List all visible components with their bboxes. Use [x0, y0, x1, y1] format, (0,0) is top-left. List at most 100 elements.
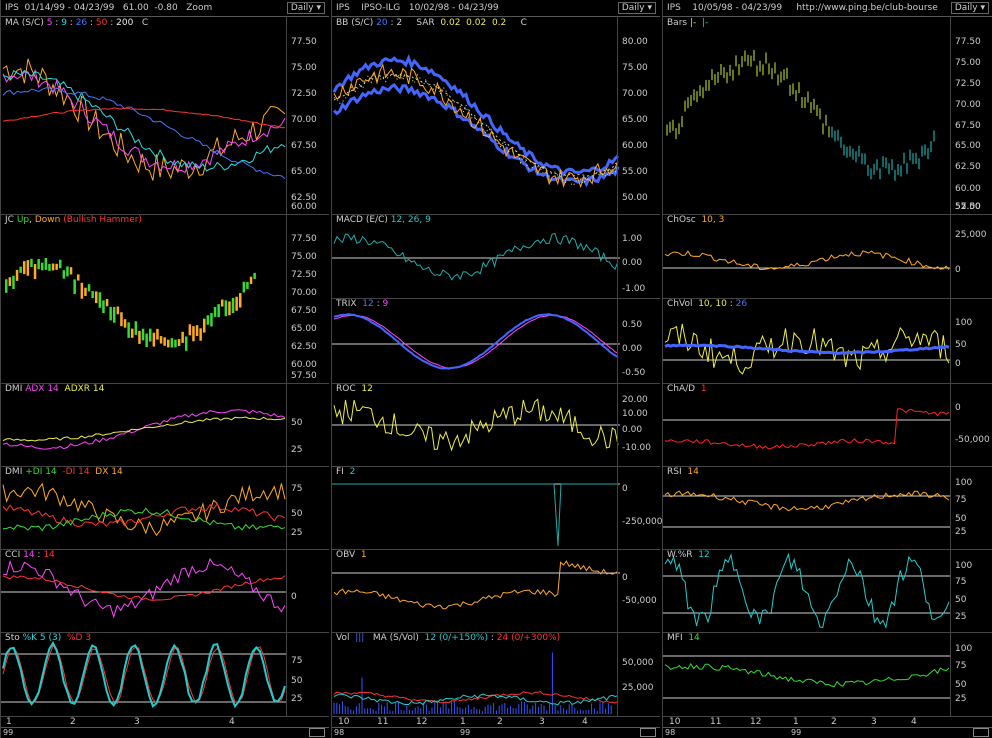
indicator-panel[interactable]: ChVol 10, 10 : 26 100 50 0 — [663, 298, 992, 384]
y-tick-label: 75.00 — [955, 58, 981, 68]
indicator-plot — [2, 58, 286, 181]
y-axis: 100 50 0 — [950, 298, 992, 383]
period-dropdown[interactable]: Daily ▾ — [286, 2, 325, 14]
y-tick-label: 57.50 — [291, 371, 317, 381]
panel-title: Sto %K 5 (3) %D 3 — [5, 633, 91, 643]
indicator-panel[interactable]: ROC 12 20.00 10.00 0.00 -10.00 — [332, 383, 660, 467]
year-label: 99 — [460, 728, 471, 737]
panel-title-segment: %K 5 (3) — [22, 633, 62, 643]
candle-down — [177, 339, 181, 347]
indicator-plot — [663, 408, 951, 450]
candle-down — [77, 274, 80, 281]
indicator-panel[interactable]: CCI 14 : 14 0 — [1, 549, 329, 633]
panel-title-segment: 26 — [735, 299, 748, 309]
period-label: Daily — [954, 3, 978, 13]
candle-up — [217, 304, 220, 318]
indicator-panel[interactable]: TRIX 12 : 9 0.50 0.00 -0.50 — [332, 298, 660, 384]
indicator-panel[interactable]: RSI 14 100 75 50 25 — [663, 466, 992, 550]
panel-title-segment: 2 — [349, 467, 356, 477]
y-tick-label: -50,000 — [622, 596, 657, 606]
scroll-arrows-button[interactable] — [973, 728, 989, 737]
y-tick-label: 67.50 — [291, 306, 317, 316]
candle-up — [109, 306, 112, 321]
chart-column-indicators: IPS IPSO-ILG 10/02/98 - 04/23/99 Daily ▾… — [331, 0, 662, 738]
period-dropdown[interactable]: Daily ▾ — [950, 2, 989, 14]
y-tick-label: 70.00 — [622, 89, 648, 99]
candle-down — [181, 331, 184, 343]
dx-line — [2, 482, 286, 537]
year-label: 99 — [791, 728, 802, 737]
indicator-panel[interactable]: OBV 1 0 -50,000 — [332, 549, 660, 633]
panel-title-segment: ChVol — [667, 299, 699, 309]
panel-title-segment: OBV — [336, 550, 361, 560]
scroll-arrows-button[interactable] — [640, 728, 656, 737]
y-axis: 80.00 75.00 70.00 65.00 60.00 55.00 50.00 — [617, 17, 660, 214]
indicator-panel[interactable]: JC Up, Down (Bullish Hammer) 77.50 75.00 72… — [1, 214, 329, 384]
candle-down — [167, 339, 170, 348]
panel-title-segment: ChA/D — [667, 384, 701, 394]
panel-title-segment: 14 — [688, 633, 700, 643]
indicator-panel[interactable]: ChOsc 10, 3 25,000 0 — [663, 214, 992, 299]
panel-title-segment: 24 (0/+300%) — [496, 633, 561, 643]
candle-down — [26, 260, 30, 276]
y-axis: 1.00 0.00 -1.00 — [617, 214, 660, 298]
x-tick-label: 3 — [539, 717, 545, 727]
candle-up — [149, 328, 152, 342]
panel-title-segment: JC — [5, 215, 17, 225]
panel-title-segment: DX 14 — [95, 467, 123, 477]
indicator-panel[interactable]: DMI ADX 14 ADXR 14 50 25 — [1, 383, 329, 467]
x-tick-label: 4 — [582, 717, 588, 727]
period-dropdown[interactable]: Daily ▾ — [617, 2, 656, 14]
indicator-panel[interactable]: Sto %K 5 (3) %D 3 75 50 25 — [1, 632, 329, 717]
y-tick-label: 75 — [955, 495, 967, 505]
y-tick-label: 75 — [955, 577, 967, 587]
x-tick-label: 11 — [710, 717, 722, 727]
candle-up — [12, 275, 15, 289]
indicator-panel[interactable]: Bars |- |- 77.50 75.00 72.50 70.00 67.50 65.00… — [663, 17, 992, 215]
panel-title-segment: 1 — [700, 384, 707, 394]
y-tick-label: 75 — [955, 661, 967, 671]
panel-title-segment: ADX 14 — [25, 384, 59, 394]
candle-up — [170, 338, 174, 348]
candle-down — [239, 293, 242, 308]
year-label: 98 — [665, 728, 676, 737]
y-tick-label: 25 — [291, 445, 303, 455]
panel-title-segment: 1 — [360, 550, 367, 560]
panel-title-segment: TRIX — [336, 299, 363, 309]
y-tick-label: 0 — [291, 592, 297, 602]
indicator-panel[interactable]: Vol ||| MA (S/Vol) 12 (0/+150%) : 24 (0/… — [332, 632, 660, 717]
x-tick-label: 2 — [70, 717, 76, 727]
y-axis: 50 25 — [286, 383, 329, 466]
indicator-panel[interactable]: W.%R 12 100 75 50 25 — [663, 549, 992, 633]
indicator-panel[interactable]: ChA/D 1 0 -50,000 — [663, 383, 992, 467]
candle-up — [91, 291, 94, 299]
indicator-panel[interactable]: DMI +DI 14 -DI 14 DX 14 75 50 25 — [1, 466, 329, 550]
y-axis: 0 -50,000 — [617, 549, 660, 632]
candle-up — [5, 279, 8, 293]
indicator-plot — [2, 409, 286, 450]
candle-down — [195, 325, 199, 337]
y-tick-label: 10.00 — [622, 409, 648, 419]
indicator-panel[interactable]: MFI 14 100 75 50 25 — [663, 632, 992, 717]
candle-down — [8, 277, 12, 287]
ma26-line — [2, 87, 286, 179]
panel-title-segment: : — [107, 18, 117, 28]
scroll-arrows-button[interactable] — [309, 728, 325, 737]
indicator-panel[interactable]: BB (S/C) 20 : 2 SAR 0.02 0.02 0.2 C 80.00… — [332, 17, 660, 215]
y-tick-label: 50.00 — [622, 193, 648, 203]
y-tick-label: 25 — [955, 612, 967, 622]
candle-up — [246, 281, 249, 289]
panel-title-segment: C — [506, 18, 527, 28]
panel-title-segment: Down — [34, 215, 61, 225]
y-tick-label: -10.00 — [622, 443, 652, 453]
indicator-panel[interactable]: FI 2 0 -250,000 — [332, 466, 662, 550]
x-tick-label: 3 — [134, 717, 140, 727]
indicator-panel[interactable]: MACD (E/C) 12, 26, 9 1.00 0.00 -1.00 — [332, 214, 660, 299]
candle-up — [59, 259, 62, 269]
indicator-panel[interactable]: MA (S/C) 5 : 9 : 26 : 50 : 200 C 77.50 75.… — [1, 17, 329, 215]
header-title: IPS IPSO-ILG 10/02/98 - 04/23/99 — [336, 3, 499, 13]
year-axis: 99 — [1, 727, 329, 738]
candle-up — [41, 262, 44, 271]
candle-up — [210, 312, 213, 327]
y-tick-label: 67.50 — [955, 121, 981, 131]
